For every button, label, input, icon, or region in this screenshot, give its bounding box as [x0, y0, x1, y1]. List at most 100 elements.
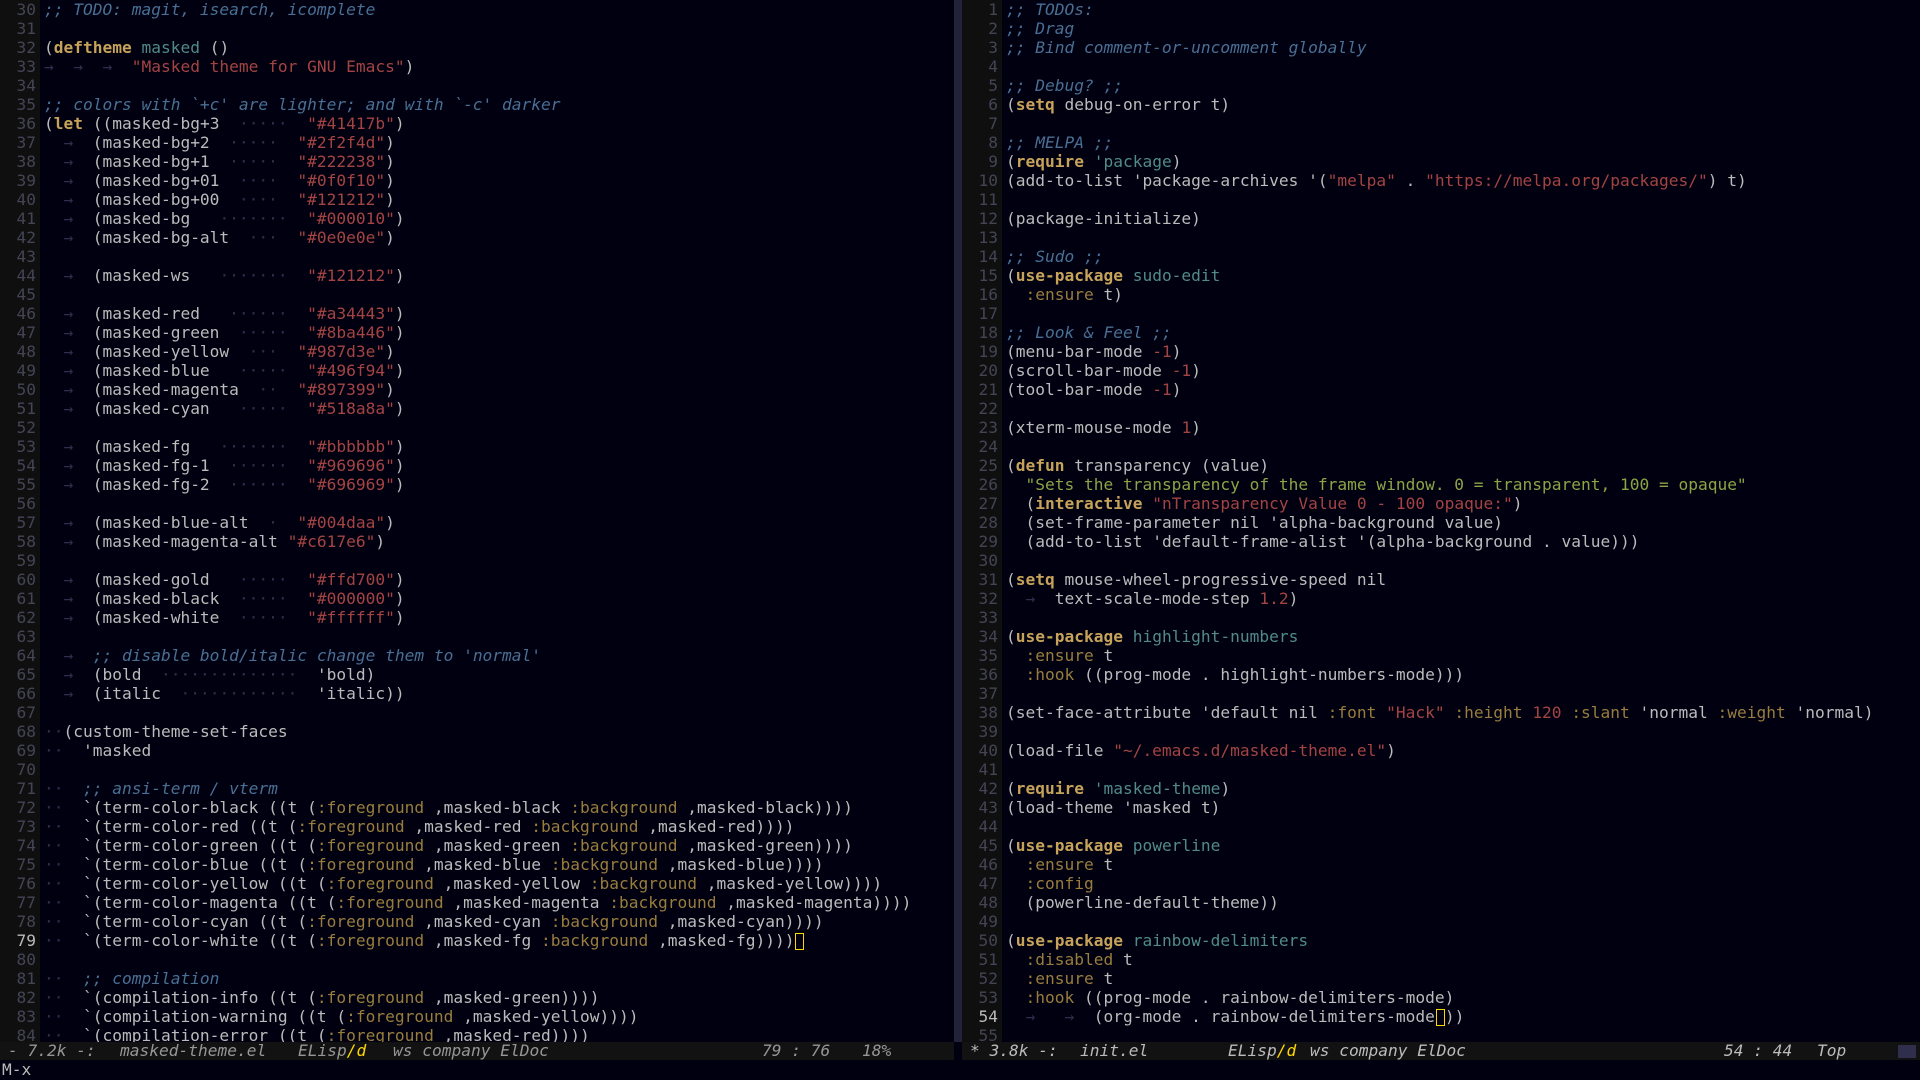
code-line[interactable]: 34 (use-package highlight-numbers [962, 627, 1920, 646]
code-line[interactable]: 74 ·· `(term-color-green ((t (:foreground… [0, 836, 954, 855]
code-line[interactable]: 51 → (masked-cyan ····· "#518a8a") [0, 399, 954, 418]
code-line[interactable]: 60 → (masked-gold ····· "#ffd700") [0, 570, 954, 589]
code-line[interactable]: 67 [0, 703, 954, 722]
code-line[interactable]: 4 [962, 57, 1920, 76]
code-line[interactable]: 48 → (masked-yellow ··· "#987d3e") [0, 342, 954, 361]
code-line[interactable]: 33 → → → "Masked theme for GNU Emacs") [0, 57, 954, 76]
minor-modes[interactable]: ws company ElDoc [1310, 1042, 1466, 1060]
code-line[interactable]: 21 (tool-bar-mode -1) [962, 380, 1920, 399]
code-line[interactable]: 23 (xterm-mouse-mode 1) [962, 418, 1920, 437]
code-line[interactable]: 44 [962, 817, 1920, 836]
code-line[interactable]: 18;; Look & Feel ;; [962, 323, 1920, 342]
code-line[interactable]: 38 → (masked-bg+1 ····· "#222238") [0, 152, 954, 171]
code-line[interactable]: 63 [0, 627, 954, 646]
code-line[interactable]: 42 → (masked-bg-alt ··· "#0e0e0e") [0, 228, 954, 247]
right-mode-line[interactable]: * 3.8k -: init.el ELisp/d ws company ElD… [962, 1042, 1920, 1060]
code-line[interactable]: 49 → (masked-blue ····· "#496f94") [0, 361, 954, 380]
code-line[interactable]: 71 ·· ;; ansi-term / vterm [0, 779, 954, 798]
code-line[interactable]: 47 :config [962, 874, 1920, 893]
code-line[interactable]: 41 → (masked-bg ······· "#000010") [0, 209, 954, 228]
code-line[interactable]: 10 (add-to-list 'package-archives '("melp… [962, 171, 1920, 190]
code-line[interactable]: 45 (use-package powerline [962, 836, 1920, 855]
code-line[interactable]: 34 [0, 76, 954, 95]
code-line[interactable]: 62 → (masked-white ····· "#ffffff") [0, 608, 954, 627]
code-line[interactable]: 11 [962, 190, 1920, 209]
code-line[interactable]: 27 (interactive "nTransparency Value 0 -… [962, 494, 1920, 513]
major-mode[interactable]: ELisp/d [298, 1042, 366, 1060]
code-line[interactable]: 35 :ensure t [962, 646, 1920, 665]
code-line[interactable]: 70 [0, 760, 954, 779]
code-line[interactable]: 47 → (masked-green ····· "#8ba446") [0, 323, 954, 342]
code-line[interactable]: 59 [0, 551, 954, 570]
code-line[interactable]: 32 (deftheme masked () [0, 38, 954, 57]
code-line[interactable]: 37 [962, 684, 1920, 703]
code-line[interactable]: 75 ·· `(term-color-blue ((t (:foreground … [0, 855, 954, 874]
code-line[interactable]: 54 → (masked-fg-1 ······ "#969696") [0, 456, 954, 475]
code-line[interactable]: 73 ·· `(term-color-red ((t (:foreground ,… [0, 817, 954, 836]
code-line[interactable]: 72 ·· `(term-color-black ((t (:foreground… [0, 798, 954, 817]
code-line[interactable]: 29 (add-to-list 'default-frame-alist '(a… [962, 532, 1920, 551]
code-line[interactable]: 65 → (bold ·············· 'bold) [0, 665, 954, 684]
code-line[interactable]: 58 → (masked-magenta-alt "#c617e6") [0, 532, 954, 551]
code-line[interactable]: 20 (scroll-bar-mode -1) [962, 361, 1920, 380]
code-line[interactable]: 61 → (masked-black ····· "#000000") [0, 589, 954, 608]
code-line[interactable]: 79 ·· `(term-color-white ((t (:foreground… [0, 931, 954, 950]
code-line[interactable]: 53 :hook ((prog-mode . rainbow-delimiter… [962, 988, 1920, 1007]
code-line[interactable]: 3;; Bind comment-or-uncomment globally [962, 38, 1920, 57]
code-line[interactable]: 84 ·· `(compilation-error ((t (:foregroun… [0, 1026, 954, 1042]
code-line[interactable]: 46 :ensure t [962, 855, 1920, 874]
code-line[interactable]: 44 → (masked-ws ······· "#121212") [0, 266, 954, 285]
code-line[interactable]: 31 [0, 19, 954, 38]
code-line[interactable]: 64 → ;; disable bold/italic change them … [0, 646, 954, 665]
code-line[interactable]: 50 (use-package rainbow-delimiters [962, 931, 1920, 950]
code-line[interactable]: 57 → (masked-blue-alt · "#004daa") [0, 513, 954, 532]
code-line[interactable]: 55 [962, 1026, 1920, 1042]
code-line[interactable]: 1;; TODOs: [962, 0, 1920, 19]
code-line[interactable]: 31 (setq mouse-wheel-progressive-speed ni… [962, 570, 1920, 589]
code-line[interactable]: 52 [0, 418, 954, 437]
code-line[interactable]: 33 [962, 608, 1920, 627]
code-line[interactable]: 2;; Drag [962, 19, 1920, 38]
code-line[interactable]: 53 → (masked-fg ······· "#bbbbbb") [0, 437, 954, 456]
code-line[interactable]: 76 ·· `(term-color-yellow ((t (:foregroun… [0, 874, 954, 893]
code-line[interactable]: 69 ·· 'masked [0, 741, 954, 760]
code-line[interactable]: 78 ·· `(term-color-cyan ((t (:foreground … [0, 912, 954, 931]
code-line[interactable]: 7 [962, 114, 1920, 133]
buffer-name[interactable]: masked-theme.el [120, 1042, 266, 1060]
code-line[interactable]: 54 → → (org-mode . rainbow-delimiters-mo… [962, 1007, 1920, 1026]
code-line[interactable]: 22 [962, 399, 1920, 418]
code-line[interactable]: 19 (menu-bar-mode -1) [962, 342, 1920, 361]
code-line[interactable]: 35;; colors with `+c' are lighter; and w… [0, 95, 954, 114]
left-editor-pane[interactable]: 30;; TODO: magit, isearch, icomplete 31 32… [0, 0, 954, 1042]
minor-modes[interactable]: ws company ElDoc [393, 1042, 549, 1060]
code-line[interactable]: 39 [962, 722, 1920, 741]
code-line[interactable]: 14;; Sudo ;; [962, 247, 1920, 266]
code-line[interactable]: 83 ·· `(compilation-warning ((t (:foregro… [0, 1007, 954, 1026]
window-divider[interactable] [954, 0, 962, 1042]
code-line[interactable]: 55 → (masked-fg-2 ······ "#696969") [0, 475, 954, 494]
code-line[interactable]: 12 (package-initialize) [962, 209, 1920, 228]
code-line[interactable]: 49 [962, 912, 1920, 931]
right-editor-pane[interactable]: 1;; TODOs: 2;; Drag 3;; Bind comment-or-un… [962, 0, 1920, 1042]
code-line[interactable]: 43 [0, 247, 954, 266]
code-line[interactable]: 81 ·· ;; compilation [0, 969, 954, 988]
code-line[interactable]: 43 (load-theme 'masked t) [962, 798, 1920, 817]
code-line[interactable]: 30;; TODO: magit, isearch, icomplete [0, 0, 954, 19]
code-line[interactable]: 28 (set-frame-parameter nil 'alpha-backg… [962, 513, 1920, 532]
code-line[interactable]: 37 → (masked-bg+2 ····· "#2f2f4d") [0, 133, 954, 152]
code-line[interactable]: 26 "Sets the transparency of the frame w… [962, 475, 1920, 494]
code-line[interactable]: 39 → (masked-bg+01 ···· "#0f0f10") [0, 171, 954, 190]
minibuffer[interactable]: M-x [0, 1060, 1920, 1080]
code-line[interactable]: 77 ·· `(term-color-magenta ((t (:foregrou… [0, 893, 954, 912]
code-line[interactable]: 45 [0, 285, 954, 304]
code-line[interactable]: 15 (use-package sudo-edit [962, 266, 1920, 285]
code-line[interactable]: 25 (defun transparency (value) [962, 456, 1920, 475]
code-line[interactable]: 17 [962, 304, 1920, 323]
code-line[interactable]: 80 [0, 950, 954, 969]
code-line[interactable]: 68 ··(custom-theme-set-faces [0, 722, 954, 741]
major-mode[interactable]: ELisp/d [1228, 1042, 1296, 1060]
code-line[interactable]: 16 :ensure t) [962, 285, 1920, 304]
code-line[interactable]: 66 → (italic ············ 'italic)) [0, 684, 954, 703]
code-line[interactable]: 13 [962, 228, 1920, 247]
code-line[interactable]: 9 (require 'package) [962, 152, 1920, 171]
